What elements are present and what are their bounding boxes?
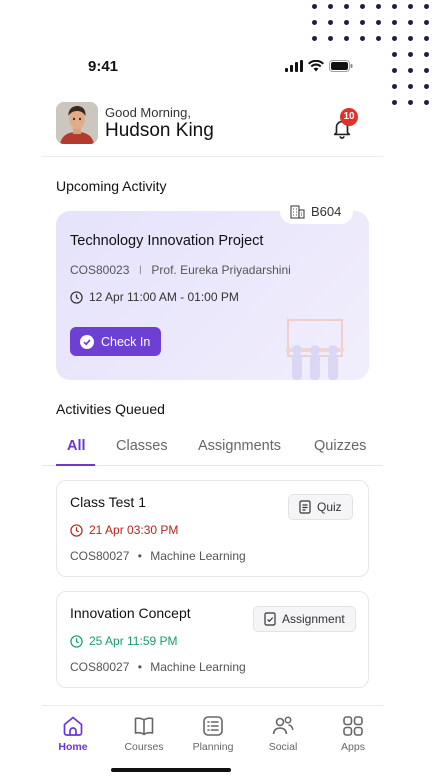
queue-item-date-text: 21 Apr 03:30 PM [89,523,179,537]
status-time: 9:41 [88,58,119,75]
nav-home-label: Home [58,741,88,753]
queue-item-subject: Machine Learning [150,549,246,563]
queue-item-title: Class Test 1 [70,494,146,510]
avatar[interactable] [56,102,98,144]
queue-item-date: 21 Apr 03:30 PM [70,523,178,537]
queue-item-course-code: COS80027 [70,549,130,563]
activity-professor: Prof. Eureka Priyadarshini [151,263,291,277]
upcoming-activity-card[interactable]: Technology Innovation Project COS80023 I… [56,211,369,380]
header: Good Morning, Hudson King 10 [42,100,383,146]
decor-dot [408,52,413,57]
building-icon [290,204,305,219]
tab-classes[interactable]: Classes [116,438,168,454]
decor-dot [424,20,429,25]
decor-dot [392,36,397,41]
nav-planning-label: Planning [192,741,234,753]
decor-dot [408,84,413,89]
grid-icon [343,716,363,736]
decor-dot [408,68,413,73]
decor-dot [408,4,413,9]
decor-dot [424,52,429,57]
status-icons [285,60,353,72]
check-circle-icon [80,334,94,349]
tab-quizzes[interactable]: Quizzes [314,438,366,454]
decor-dot [424,68,429,73]
home-indicator [111,768,231,772]
queue-item-course: COS80027 • Machine Learning [70,660,246,674]
decor-dot [392,100,397,105]
notification-badge: 10 [340,108,358,126]
check-in-button[interactable]: Check In [70,327,161,356]
decor-dot [392,52,397,57]
queued-section-title: Activities Queued [56,401,165,417]
header-divider [42,156,383,157]
nav-social[interactable]: Social [253,714,313,753]
activity-meta: COS80023 I Prof. Eureka Priyadarshini [70,263,291,277]
document-icon [299,500,311,514]
activity-tabs: All Classes Assignments Quizzes [42,430,383,466]
room-label: B604 [311,204,342,219]
quiz-type-chip: Quiz [288,494,353,520]
quiz-type-label: Quiz [317,500,342,514]
queue-item-date: 25 Apr 11:59 PM [70,634,178,648]
nav-courses[interactable]: Courses [114,714,174,753]
battery-icon [329,60,353,72]
decor-dot [424,84,429,89]
queue-card-innovation-concept[interactable]: Innovation Concept 25 Apr 11:59 PM COS80… [56,591,369,688]
document-check-icon [264,612,276,626]
meta-separator: I [138,263,143,277]
nav-courses-label: Courses [124,741,164,753]
decor-dot [424,4,429,9]
upcoming-section-title: Upcoming Activity [56,178,167,194]
classroom-illustration [286,319,344,380]
clock-icon [70,290,83,304]
bullet-separator: • [137,549,142,563]
user-name: Hudson King [105,120,214,141]
bullet-separator: • [137,660,142,674]
book-icon [134,717,154,736]
decor-dot [392,68,397,73]
bottom-navigation: Home Courses Planning Social Apps [42,705,383,755]
queue-item-course: COS80027 • Machine Learning [70,549,246,563]
nav-social-label: Social [268,741,298,753]
activity-course-code: COS80023 [70,263,130,277]
decor-dot [392,4,397,9]
clock-icon [70,523,83,537]
check-in-label: Check In [101,334,151,349]
decor-dot [392,20,397,25]
decor-dot [408,36,413,41]
nav-home[interactable]: Home [43,714,103,753]
signal-icon [285,60,303,72]
decor-dot [408,20,413,25]
people-icon [272,716,294,735]
status-bar: 9:41 [42,58,383,78]
tab-assignments[interactable]: Assignments [198,438,281,454]
clock-icon [70,634,83,648]
activity-time-text: 12 Apr 11:00 AM - 01:00 PM [89,290,239,304]
wifi-icon [308,60,324,72]
queue-item-date-text: 25 Apr 11:59 PM [89,634,178,648]
queue-item-title: Innovation Concept [70,605,191,621]
nav-apps[interactable]: Apps [323,714,383,753]
active-tab-indicator [56,464,95,466]
decor-dot [392,84,397,89]
activity-time: 12 Apr 11:00 AM - 01:00 PM [70,290,239,304]
decor-dot [408,100,413,105]
decor-dot [424,36,429,41]
home-icon [63,716,83,736]
queue-card-class-test[interactable]: Class Test 1 21 Apr 03:30 PM COS80027 • … [56,480,369,577]
tab-all[interactable]: All [67,438,86,454]
activity-title: Technology Innovation Project [70,233,264,249]
list-icon [203,716,223,736]
nav-planning[interactable]: Planning [183,714,243,753]
decor-dot [424,100,429,105]
room-chip: B604 [280,199,354,224]
assignment-type-label: Assignment [282,612,345,626]
queue-item-subject: Machine Learning [150,660,246,674]
assignment-type-chip: Assignment [253,606,356,632]
nav-apps-label: Apps [341,741,365,753]
phone-screen: 9:41 Good Morning, Hudson King 10 Upcomi… [42,0,383,777]
greeting-text: Good Morning, [105,105,191,120]
queue-item-course-code: COS80027 [70,660,130,674]
